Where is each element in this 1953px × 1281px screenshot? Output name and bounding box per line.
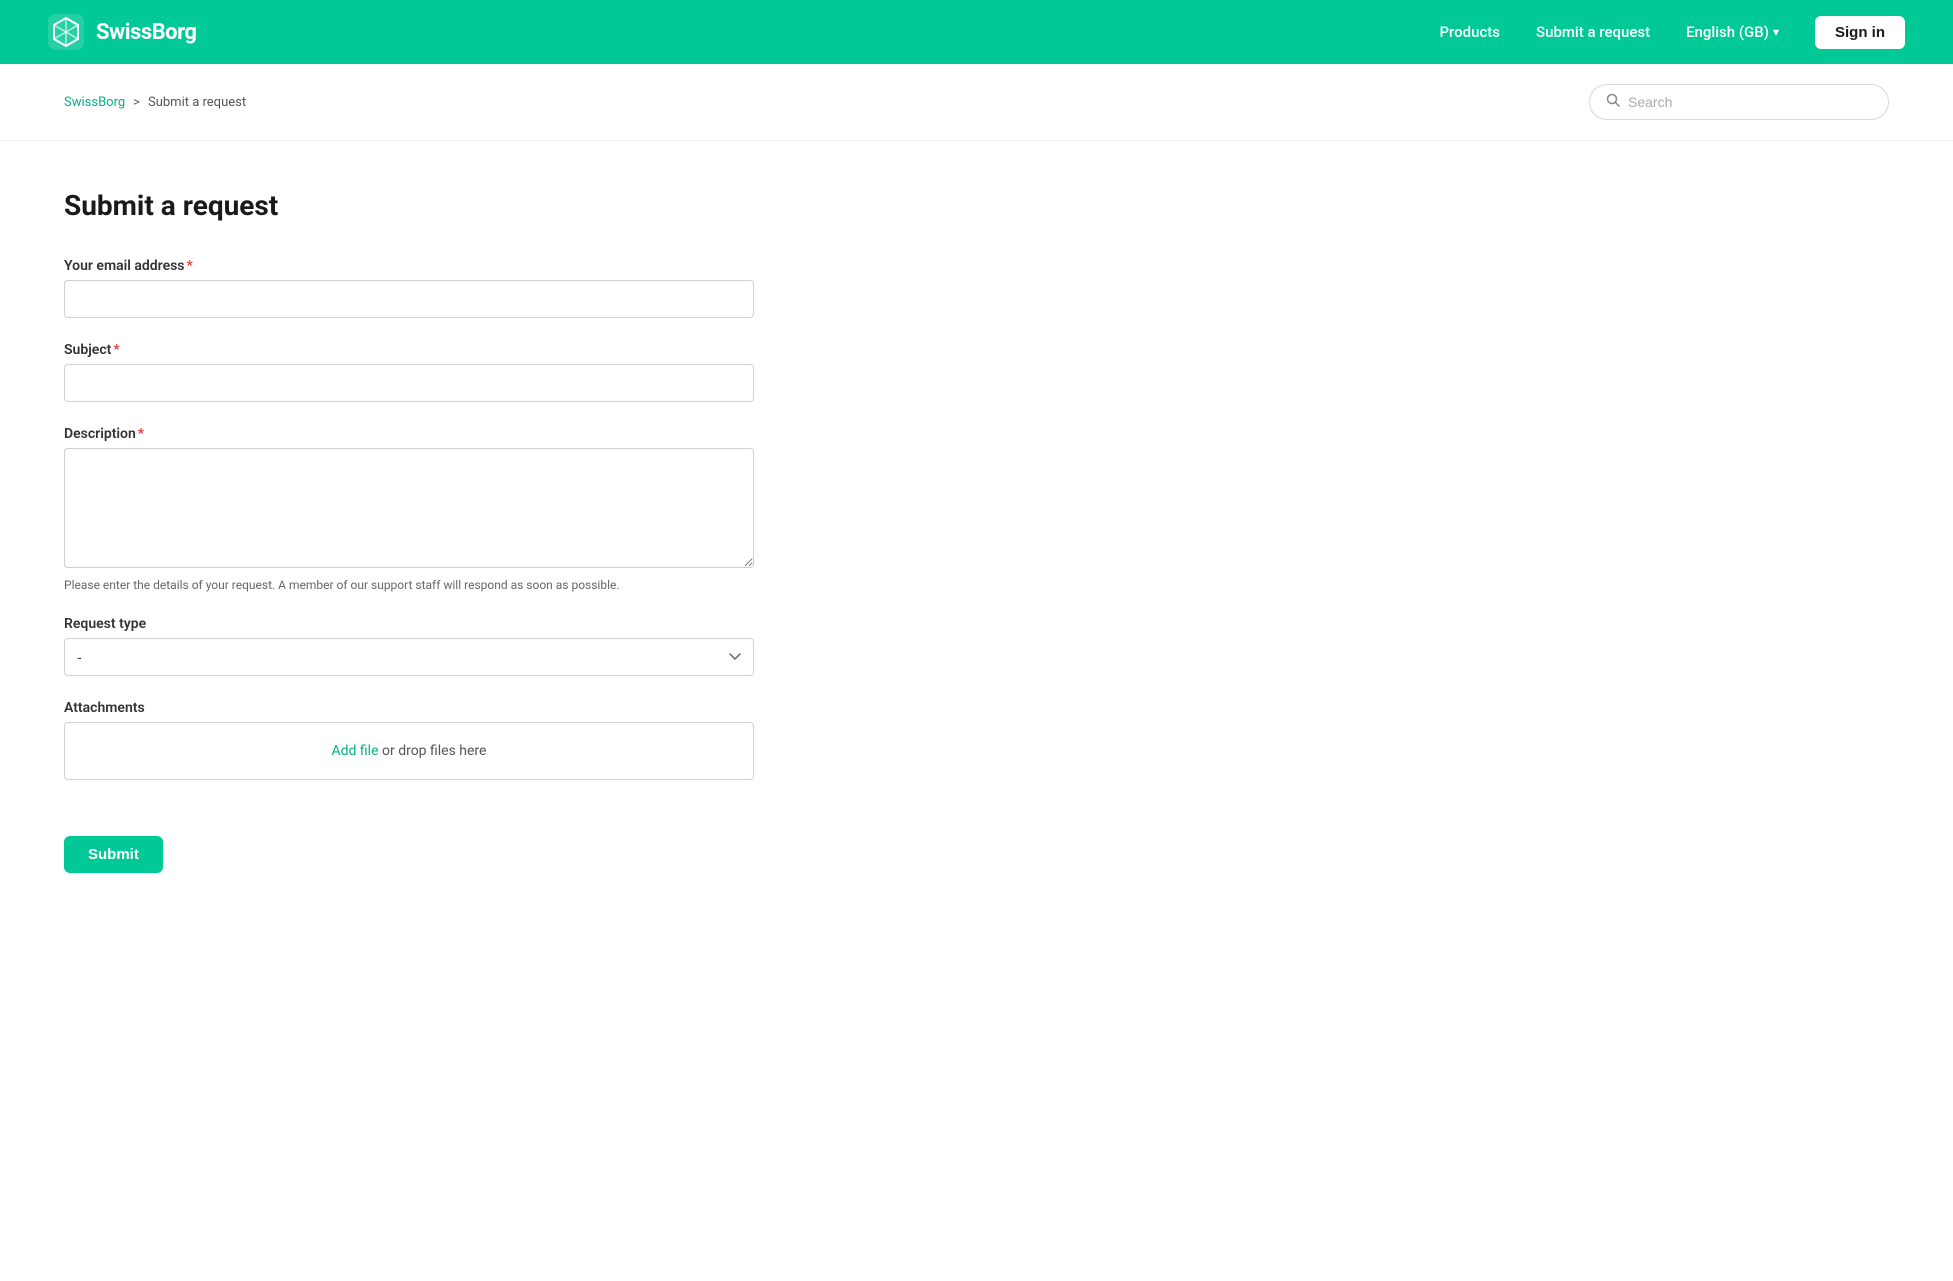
sign-in-button[interactable]: Sign in	[1815, 16, 1905, 49]
subject-group: Subject*	[64, 342, 756, 402]
submit-request-form: Your email address* Subject* Description…	[64, 258, 756, 873]
breadcrumb: SwissBorg > Submit a request	[64, 95, 246, 110]
description-label: Description*	[64, 426, 756, 442]
logo-group: SwissBorg	[48, 14, 197, 50]
subject-field[interactable]	[64, 364, 754, 402]
description-hint: Please enter the details of your request…	[64, 578, 756, 592]
top-bar: SwissBorg > Submit a request	[0, 64, 1953, 141]
language-selector[interactable]: English (GB) ▾	[1686, 23, 1779, 41]
nav-products[interactable]: Products	[1439, 23, 1500, 41]
email-group: Your email address*	[64, 258, 756, 318]
search-icon	[1606, 93, 1620, 111]
description-field[interactable]	[64, 448, 754, 568]
description-required-star: *	[138, 426, 144, 442]
search-box	[1589, 84, 1889, 120]
logo-text: SwissBorg	[96, 20, 197, 45]
main-nav: Products Submit a request English (GB) ▾…	[1439, 16, 1905, 49]
page-title: Submit a request	[64, 189, 756, 222]
drop-files-text: or drop files here	[379, 743, 487, 759]
breadcrumb-current: Submit a request	[148, 95, 246, 110]
request-type-group: Request type -	[64, 616, 756, 676]
breadcrumb-separator: >	[133, 95, 140, 110]
email-label: Your email address*	[64, 258, 756, 274]
site-header: SwissBorg Products Submit a request Engl…	[0, 0, 1953, 64]
description-group: Description* Please enter the details of…	[64, 426, 756, 592]
subject-required-star: *	[113, 342, 119, 358]
add-file-link[interactable]: Add file	[332, 743, 379, 759]
request-type-label: Request type	[64, 616, 756, 632]
nav-submit-request[interactable]: Submit a request	[1536, 23, 1650, 41]
email-required-star: *	[187, 258, 193, 274]
main-content: Submit a request Your email address* Sub…	[0, 141, 820, 953]
breadcrumb-home[interactable]: SwissBorg	[64, 95, 125, 110]
request-type-select[interactable]: -	[64, 638, 754, 676]
attachments-drop-zone[interactable]: Add file or drop files here	[64, 722, 754, 780]
subject-label: Subject*	[64, 342, 756, 358]
attachments-group: Attachments Add file or drop files here	[64, 700, 756, 780]
search-input[interactable]	[1628, 94, 1872, 110]
language-label: English (GB)	[1686, 23, 1769, 41]
email-field[interactable]	[64, 280, 754, 318]
attachments-label: Attachments	[64, 700, 756, 716]
chevron-down-icon: ▾	[1773, 25, 1779, 39]
swissborg-logo-icon	[48, 14, 84, 50]
submit-button[interactable]: Submit	[64, 836, 163, 873]
